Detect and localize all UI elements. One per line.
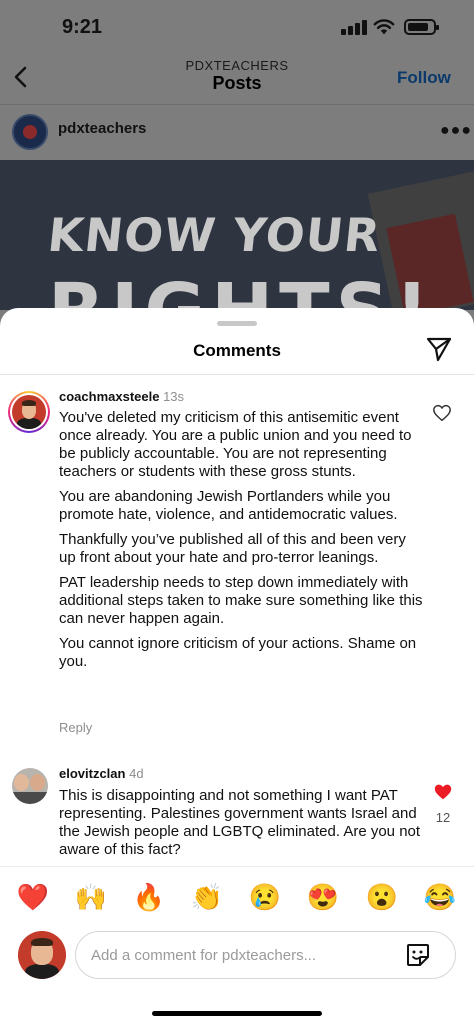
- emoji-reaction-surprised[interactable]: 😮: [364, 880, 400, 914]
- sheet-grabber[interactable]: [217, 321, 257, 326]
- divider: [0, 104, 474, 105]
- home-indicator: [152, 1011, 322, 1016]
- comment-username[interactable]: elovitzclan 4d: [59, 766, 144, 781]
- emoji-reaction-clap[interactable]: 👏: [189, 880, 225, 914]
- status-bar: 9:21: [0, 0, 474, 56]
- comment-time: 4d: [129, 766, 144, 781]
- sheet-title: Comments: [193, 341, 281, 360]
- comment-username-text[interactable]: coachmaxsteele: [59, 389, 159, 404]
- comment-body: This is disappointing and not something …: [59, 787, 421, 858]
- sticker-icon[interactable]: [405, 942, 431, 968]
- comment-username-text[interactable]: elovitzclan: [59, 766, 125, 781]
- heart-filled-icon[interactable]: [433, 783, 453, 801]
- comment-avatar[interactable]: [12, 768, 48, 804]
- share-send-icon[interactable]: [425, 335, 453, 363]
- emoji-reaction-laugh[interactable]: 😂: [422, 880, 458, 914]
- cellular-signal-icon: [341, 19, 367, 35]
- comment-paragraph: Thankfully you’ve published all of this …: [59, 531, 406, 566]
- post-image-headline: RIGHTS!: [48, 268, 435, 310]
- comment-avatar[interactable]: [8, 391, 50, 433]
- status-time: 9:21: [62, 16, 103, 38]
- post-avatar[interactable]: [12, 114, 48, 150]
- emoji-reaction-fire[interactable]: 🔥: [131, 880, 167, 914]
- comment-username[interactable]: coachmaxsteele 13s: [59, 389, 184, 404]
- divider: [0, 374, 474, 375]
- emoji-reaction-raised-hands[interactable]: 🙌: [73, 880, 109, 914]
- divider: [0, 866, 474, 867]
- post-image-headline: KNOW YOUR: [45, 208, 384, 262]
- follow-button[interactable]: Follow: [397, 68, 451, 88]
- emoji-reaction-heart[interactable]: ❤️: [15, 880, 51, 914]
- comment-paragraph: PAT leadership needs to step down immedi…: [59, 574, 423, 627]
- reply-button[interactable]: Reply: [59, 720, 92, 735]
- emoji-reaction-cry[interactable]: 😢: [247, 880, 283, 914]
- more-icon[interactable]: ●●●: [440, 122, 472, 140]
- comment-time: 13s: [163, 389, 185, 404]
- comment-input[interactable]: [75, 931, 456, 979]
- battery-icon: [404, 19, 439, 35]
- comment-paragraph: You cannot ignore criticism of your acti…: [59, 635, 417, 670]
- post-image: KNOW YOUR RIGHTS!: [0, 160, 474, 310]
- emoji-reaction-heart-eyes[interactable]: 😍: [305, 880, 341, 914]
- post-username[interactable]: pdxteachers: [58, 120, 146, 137]
- heart-outline-icon[interactable]: [432, 404, 452, 422]
- comment-paragraph: You've deleted my criticism of this anti…: [59, 409, 412, 480]
- comment-body: You've deleted my criticism of this anti…: [59, 409, 424, 678]
- current-user-avatar: [18, 931, 66, 979]
- like-count: 12: [435, 810, 451, 825]
- wifi-icon: [373, 19, 395, 35]
- comment-paragraph: You are abandoning Jewish Portlanders wh…: [59, 488, 398, 523]
